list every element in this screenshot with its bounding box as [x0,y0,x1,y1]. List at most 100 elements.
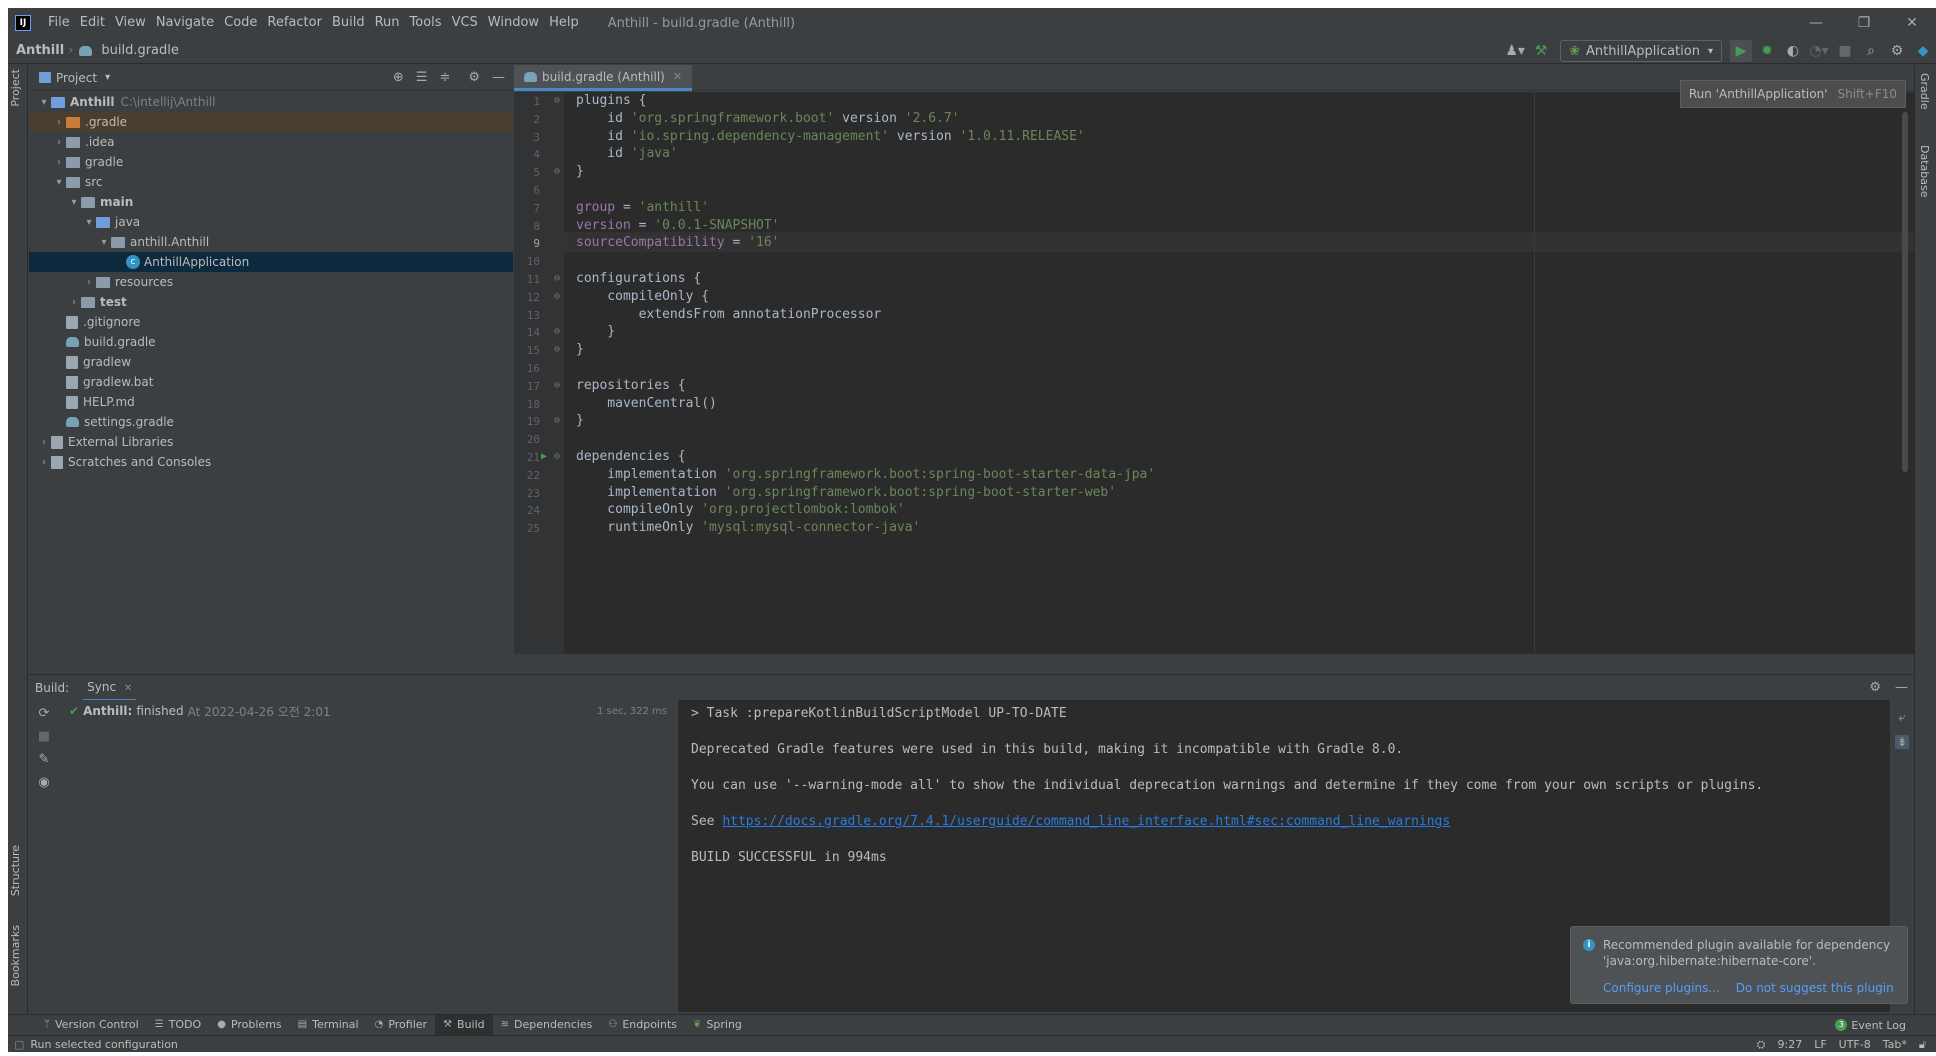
chevron-right-icon[interactable]: › [52,157,66,168]
tab-dependencies[interactable]: ≋ Dependencies [493,1015,601,1035]
menu-navigate[interactable]: Navigate [151,8,219,38]
line-separator[interactable]: LF [1814,1038,1826,1051]
menu-file[interactable]: File [43,8,75,38]
tab-todo[interactable]: ☰ TODO [147,1015,209,1035]
close-icon[interactable]: ✕ [673,70,682,83]
tree-item[interactable]: c AnthillApplication [29,252,513,272]
fold-marker-icon[interactable]: ⊖ [554,380,560,391]
pin-icon[interactable]: ✎ [39,752,50,767]
configure-plugins-link[interactable]: Configure plugins... [1603,981,1720,995]
settings-gear-icon[interactable]: ⚙ [1869,680,1881,695]
close-icon[interactable]: ✕ [124,683,132,694]
chevron-right-icon[interactable]: › [67,297,81,308]
tab-problems[interactable]: ● Problems [209,1015,289,1035]
chevron-down-icon[interactable]: ▾ [52,177,66,188]
fold-marker-icon[interactable]: ⊖ [554,166,560,177]
run-icon[interactable]: ▶ [1730,40,1752,62]
tree-item[interactable]: ▾ main [29,192,513,212]
tab-build[interactable]: ⚒ Build [435,1014,493,1035]
code-editor[interactable]: 1 2 3 4 5 6 7 8 9 10 11 12 13 14 15 16 17 18 19 20 21 22 23 24 2… [514,92,1914,654]
menu-build[interactable]: Build [327,8,370,38]
tree-item[interactable]: › gradle [29,152,513,172]
tree-item[interactable]: › test [29,292,513,312]
project-tool-tab[interactable]: Project [9,69,22,107]
project-view-select[interactable]: Project [56,71,97,85]
settings-gear-icon[interactable]: ⚙ [468,70,480,85]
tab-version-control[interactable]: ᛘ Version Control [36,1015,147,1035]
event-log-button[interactable]: 3 Event Log [1835,1015,1906,1035]
tree-item[interactable]: settings.gradle [29,412,513,432]
fold-marker-icon[interactable]: ⊖ [554,344,560,355]
tree-item[interactable]: › .gradle [29,112,513,132]
chevron-right-icon[interactable]: › [52,117,66,128]
scroll-to-end-icon[interactable]: ⇟ [1894,735,1910,749]
chevron-down-icon[interactable]: ▾ [105,72,110,83]
breadcrumb-file[interactable]: build.gradle [97,43,183,58]
toolbox-icon[interactable]: ◆ [1912,40,1934,62]
chevron-right-icon[interactable]: › [37,437,51,448]
caret-position[interactable]: 9:27 [1777,1038,1802,1051]
menu-view[interactable]: View [110,8,151,38]
gradle-tool-tab[interactable]: Gradle [1918,73,1931,110]
tab-spring[interactable]: ❦ Spring [685,1015,750,1035]
fold-marker-icon[interactable]: ⊖ [554,415,560,426]
tree-item[interactable]: ▾ java [29,212,513,232]
database-tool-tab[interactable]: Database [1918,145,1931,198]
soft-wrap-icon[interactable]: ⤶ [1899,710,1906,725]
menu-help[interactable]: Help [544,8,584,38]
stop-icon[interactable]: ■ [38,729,50,744]
chevron-down-icon[interactable]: ▾ [37,97,51,108]
tree-item[interactable]: › External Libraries [29,432,513,452]
gradle-docs-link[interactable]: https://docs.gradle.org/7.4.1/userguide/… [722,814,1450,829]
do-not-suggest-link[interactable]: Do not suggest this plugin [1736,981,1894,995]
run-configuration-select[interactable]: ❀ AnthillApplication ▾ [1560,40,1722,62]
bookmarks-tool-tab[interactable]: Bookmarks [9,925,22,986]
tab-terminal[interactable]: ▤ Terminal [290,1015,367,1035]
structure-tool-tab[interactable]: Structure [9,845,22,896]
collapse-all-icon[interactable]: ≑ [439,70,450,85]
fold-marker-icon[interactable]: ⊖ [554,326,560,337]
sync-icon[interactable]: ⟳ [39,706,50,721]
tree-item[interactable]: gradlew.bat [29,372,513,392]
tree-item[interactable]: ▾ src [29,172,513,192]
tree-item[interactable]: › Scratches and Consoles [29,452,513,472]
chevron-down-icon[interactable]: ▾ [82,217,96,228]
chevron-right-icon[interactable]: › [37,457,51,468]
chevron-right-icon[interactable]: › [82,277,96,288]
lock-icon[interactable]: 🔓︎ [1919,1038,1926,1052]
fold-marker-icon[interactable]: ⊖ [554,95,560,106]
menu-window[interactable]: Window [483,8,544,38]
debug-icon[interactable]: ✹ [1756,40,1778,62]
expand-all-icon[interactable]: ☰ [416,70,428,85]
fold-marker-icon[interactable]: ⊖ [554,451,560,462]
file-encoding[interactable]: UTF-8 [1839,1038,1871,1051]
tree-item[interactable]: .gitignore [29,312,513,332]
chevron-down-icon[interactable]: ▾ [97,237,111,248]
menu-run[interactable]: Run [370,8,405,38]
tree-item[interactable]: gradlew [29,352,513,372]
tree-item[interactable]: build.gradle [29,332,513,352]
editor-scrollbar[interactable] [1902,112,1908,472]
chevron-right-icon[interactable]: › [52,137,66,148]
menu-refactor[interactable]: Refactor [262,8,327,38]
menu-tools[interactable]: Tools [405,8,447,38]
build-result-row[interactable]: ✔ Anthill: finished At 2022-04-26 오전 2:0… [69,702,669,720]
tab-endpoints[interactable]: ⚇ Endpoints [600,1015,685,1035]
eye-icon[interactable]: ◉ [38,775,49,790]
build-hammer-icon[interactable]: ⚒ [1530,40,1552,62]
coverage-icon[interactable]: ◐ [1782,40,1804,62]
search-icon[interactable]: ⌕ [1860,40,1882,62]
close-button[interactable]: ✕ [1888,8,1936,38]
hide-icon[interactable]: — [1895,680,1908,695]
indent-setting[interactable]: Tab* [1883,1038,1907,1051]
tree-item[interactable]: HELP.md [29,392,513,412]
panel-toggle-icon[interactable]: ▢ [14,1038,24,1051]
run-gutter-icon[interactable]: ▶ [541,451,547,462]
menu-code[interactable]: Code [219,8,262,38]
tree-item[interactable]: › .idea [29,132,513,152]
fold-marker-icon[interactable]: ⊖ [554,291,560,302]
intellij-logo-icon[interactable]: IJ [15,15,31,31]
minimize-button[interactable]: — [1792,8,1840,38]
locate-icon[interactable]: ⊕ [393,70,404,85]
chevron-down-icon[interactable]: ▾ [67,197,81,208]
